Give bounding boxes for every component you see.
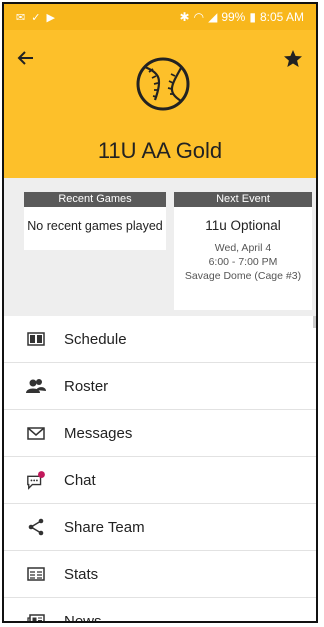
menu-item-schedule[interactable]: Schedule bbox=[4, 316, 316, 363]
people-icon bbox=[26, 376, 46, 396]
team-name: 11U AA Gold bbox=[97, 138, 223, 163]
battery-percent: 99% bbox=[221, 10, 246, 24]
next-event-card[interactable]: Next Event 11u Optional Wed, April 4 6:0… bbox=[174, 192, 312, 310]
signal-icon: ◢ bbox=[208, 10, 218, 24]
phone-frame: ✉ ✓ ▶ ✱ ◠ ◢ 99% ▮ 8:05 AM 11U AA Gold Re… bbox=[2, 2, 318, 623]
menu-item-roster[interactable]: Roster bbox=[4, 363, 316, 410]
event-location: Savage Dome (Cage #3) bbox=[184, 270, 302, 282]
menu-item-label: Schedule bbox=[64, 330, 127, 348]
menu-item-label: Chat bbox=[64, 471, 96, 489]
recent-games-card[interactable]: Recent Games No recent games played bbox=[24, 192, 166, 250]
battery-icon: ▮ bbox=[249, 10, 256, 24]
envelope-icon bbox=[26, 423, 46, 443]
back-button[interactable] bbox=[14, 46, 38, 70]
play-icon: ▶ bbox=[46, 11, 55, 24]
menu-item-messages[interactable]: Messages bbox=[4, 410, 316, 457]
baseball-icon bbox=[136, 57, 190, 111]
news-icon bbox=[26, 611, 46, 621]
calendar-icon bbox=[26, 329, 46, 349]
scrollbar-thumb[interactable] bbox=[313, 316, 316, 328]
menu-item-label: Messages bbox=[64, 424, 133, 442]
stats-icon bbox=[26, 564, 46, 584]
team-header: 11U AA Gold bbox=[4, 30, 316, 178]
event-time: 6:00 - 7:00 PM bbox=[208, 256, 278, 268]
back-arrow-icon bbox=[17, 51, 33, 65]
next-event-title: Next Event bbox=[174, 192, 312, 207]
bluetooth-icon: ✱ bbox=[179, 10, 190, 24]
clock: 8:05 AM bbox=[259, 10, 304, 24]
star-icon bbox=[284, 50, 302, 67]
menu-item-news[interactable]: News bbox=[4, 598, 316, 623]
menu-item-label: Stats bbox=[64, 565, 99, 583]
menu-item-label: Roster bbox=[64, 377, 109, 395]
recent-games-title: Recent Games bbox=[24, 192, 166, 207]
menu-item-label: News bbox=[64, 612, 102, 623]
check-icon: ✓ bbox=[31, 11, 41, 24]
menu-item-share-team[interactable]: Share Team bbox=[4, 504, 316, 551]
notification-icon: ✉ bbox=[16, 11, 26, 24]
share-icon bbox=[26, 517, 46, 537]
status-bar: ✉ ✓ ▶ ✱ ◠ ◢ 99% ▮ 8:05 AM bbox=[4, 4, 316, 30]
team-menu: Schedule Roster Messages Chat Share Team… bbox=[4, 316, 316, 623]
summary-cards: Recent Games No recent games played Next… bbox=[4, 178, 316, 316]
menu-item-label: Share Team bbox=[64, 518, 145, 536]
recent-games-empty: No recent games played bbox=[27, 219, 163, 233]
menu-item-chat[interactable]: Chat bbox=[4, 457, 316, 504]
menu-item-stats[interactable]: Stats bbox=[4, 551, 316, 598]
favorite-button[interactable] bbox=[280, 46, 306, 72]
wifi-icon: ◠ bbox=[193, 10, 205, 24]
chat-bubble-icon bbox=[26, 470, 46, 490]
event-date: Wed, April 4 bbox=[214, 242, 272, 254]
event-name: 11u Optional bbox=[205, 218, 281, 233]
status-right: ✱ ◠ ◢ 99% ▮ 8:05 AM bbox=[180, 10, 304, 24]
notification-icons: ✉ ✓ ▶ bbox=[16, 11, 55, 24]
